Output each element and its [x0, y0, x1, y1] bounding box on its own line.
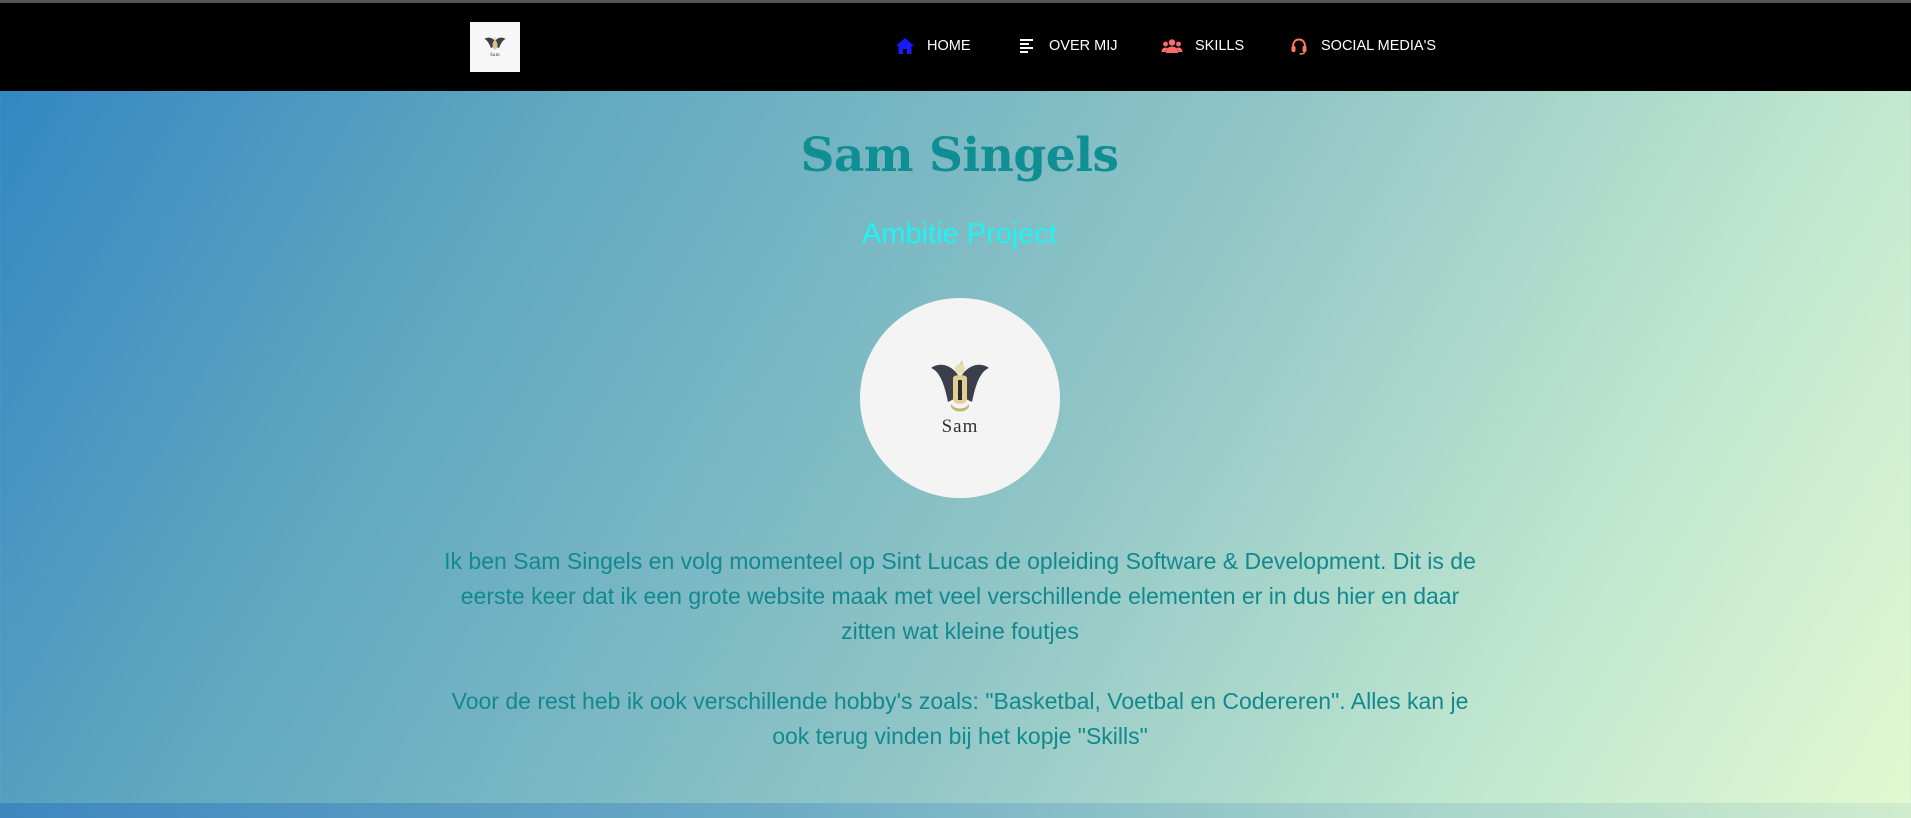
- headset-icon: [1289, 36, 1309, 56]
- nav-item-home[interactable]: HOME: [895, 33, 971, 59]
- nav-item-social-medias-label: SOCIAL MEDIA'S: [1321, 38, 1437, 54]
- nav-item-home-label: HOME: [927, 38, 971, 54]
- text-lines-icon: [1017, 36, 1037, 56]
- eagle-logo-icon: [931, 360, 989, 412]
- section-divider: [0, 803, 1911, 818]
- navbar: Sam HOME OVER MIJ SKILLS SOCIAL MEDIA'S: [0, 3, 1911, 91]
- home-icon: [895, 36, 915, 56]
- page-title: Sam Singels: [800, 128, 1119, 183]
- nav-item-social-medias[interactable]: SOCIAL MEDIA'S: [1289, 33, 1436, 59]
- users-icon: [1161, 36, 1183, 56]
- nav-item-skills-label: SKILLS: [1195, 38, 1245, 54]
- nav-logo[interactable]: Sam: [470, 22, 520, 72]
- page-subtitle: Ambitie Project: [861, 218, 1057, 250]
- avatar: Sam: [860, 298, 1060, 498]
- intro-paragraph: Ik ben Sam Singels en volg momenteel op …: [444, 548, 1476, 644]
- hobbies-paragraph: Voor de rest heb ik ook verschillende ho…: [451, 688, 1469, 749]
- avatar-text: Sam: [941, 416, 979, 437]
- nav-item-over-mij-label: OVER MIJ: [1049, 38, 1118, 54]
- eagle-logo-icon: [484, 37, 506, 50]
- nav-item-skills[interactable]: SKILLS: [1161, 33, 1244, 59]
- nav-logo-text: Sam: [490, 53, 500, 58]
- nav-item-over-mij[interactable]: OVER MIJ: [1017, 33, 1117, 59]
